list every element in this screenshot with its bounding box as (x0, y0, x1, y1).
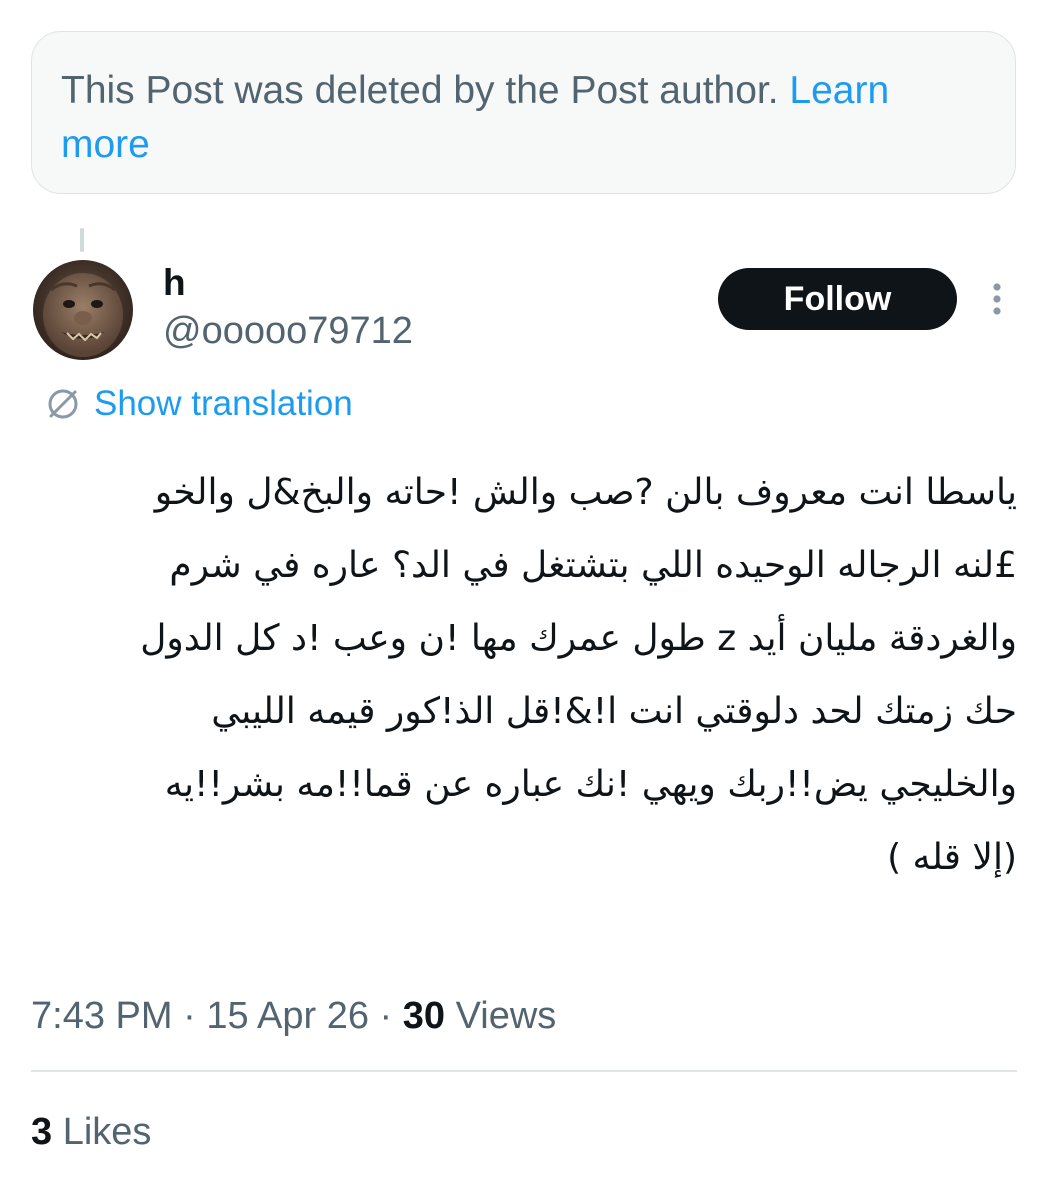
deleted-post-notice: This Post was deleted by the Post author… (31, 31, 1016, 194)
avatar[interactable] (33, 260, 133, 360)
avatar-photo-icon (33, 260, 133, 360)
post-text-line: £لنه الرجاله الوحيده اللي بتشتغل في الد؟… (169, 545, 1017, 586)
more-vertical-icon (993, 283, 1001, 315)
meta-separator: · (172, 995, 207, 1037)
post-text-line: والخليجي يض!!ربك ويهي !نك عباره عن قما!!… (164, 764, 1017, 805)
divider (31, 1070, 1017, 1072)
likes-stat[interactable]: 3 Likes (31, 1106, 151, 1158)
follow-button[interactable]: Follow (718, 268, 957, 330)
post-time[interactable]: 7:43 PM (31, 995, 173, 1037)
post-text-line: حك زمتك لحد دلوقتي انت ا!&!قل الذ!كور قي… (211, 691, 1017, 732)
post-text-line: والغردقة مليان أيد z طول عمرك مها !ن وعب… (140, 618, 1017, 659)
author-display-name[interactable]: h (163, 261, 186, 305)
views-count: 30 (402, 995, 446, 1037)
deleted-notice-text: This Post was deleted by the Post author… (61, 69, 779, 112)
post-text-line: (إلا قله ) (887, 837, 1017, 878)
post-metadata: 7:43 PM · 15 Apr 26 · 30 Views (31, 990, 556, 1042)
meta-separator: · (369, 995, 403, 1037)
post-date[interactable]: 15 Apr 26 (206, 995, 369, 1037)
more-options-button[interactable] (982, 280, 1012, 320)
views-label: Views (445, 995, 557, 1037)
translate-globe-icon (48, 389, 78, 419)
author-handle[interactable]: @ooooo79712 (163, 308, 413, 354)
show-translation-link[interactable]: Show translation (44, 380, 353, 428)
post-body: ياسطا انت معروف بالن ?صب والش !حاته والب… (33, 456, 1017, 894)
thread-connector-line (80, 228, 84, 252)
likes-label: Likes (52, 1111, 152, 1153)
show-translation-label: Show translation (94, 384, 353, 423)
likes-count: 3 (31, 1111, 53, 1153)
post-text-line: ياسطا انت معروف بالن ?صب والش !حاته والب… (154, 472, 1017, 513)
